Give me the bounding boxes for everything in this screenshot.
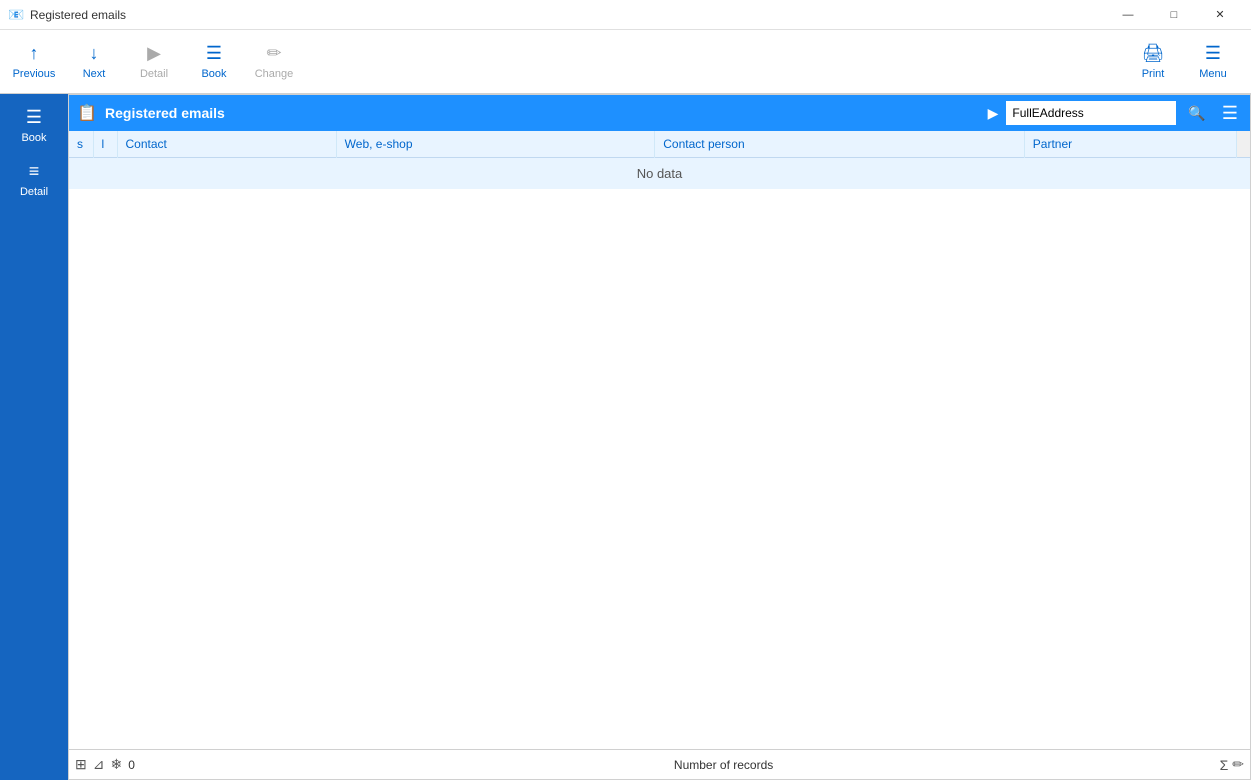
status-bar-right: Σ ✏ <box>1220 756 1244 773</box>
list-header-title: Registered emails <box>105 105 980 121</box>
book-label: Book <box>201 68 226 80</box>
next-icon: ↓ <box>90 43 99 64</box>
content-area: 📋 Registered emails ▶ 🔍 ☰ s l Contact <box>68 94 1251 780</box>
sidebar-detail-icon: ≡ <box>29 161 40 182</box>
sidebar: ☰ Book ≡ Detail <box>0 94 68 780</box>
print-label: Print <box>1142 68 1165 80</box>
close-button[interactable]: ✕ <box>1197 0 1243 30</box>
app-icon: 📧 <box>8 7 24 23</box>
next-label: Next <box>83 68 106 80</box>
previous-label: Previous <box>13 68 56 80</box>
search-input[interactable] <box>1006 101 1176 125</box>
sidebar-detail-label: Detail <box>20 186 48 198</box>
col-header-contact-person[interactable]: Contact person <box>655 131 1025 158</box>
list-header-bar: 📋 Registered emails ▶ 🔍 ☰ <box>69 95 1250 131</box>
record-count: 0 <box>128 758 668 772</box>
col-header-partner[interactable]: Partner <box>1024 131 1236 158</box>
title-bar-controls: — □ ✕ <box>1105 0 1243 30</box>
detail-label: Detail <box>140 68 168 80</box>
table-header-row: s l Contact Web, e-shop Contact person P… <box>69 131 1250 158</box>
detail-button[interactable]: ▶ Detail <box>124 33 184 91</box>
status-bar: ⊞ ⊿ ❄ 0 Number of records Σ ✏ <box>69 749 1250 779</box>
change-label: Change <box>255 68 294 80</box>
menu-label: Menu <box>1199 68 1227 80</box>
toolbar-right: 🖨 Print ☰ Menu <box>1123 33 1243 91</box>
sigma-icon[interactable]: Σ <box>1220 757 1229 773</box>
number-of-records-label: Number of records <box>674 758 1214 772</box>
print-button[interactable]: 🖨 Print <box>1123 33 1183 91</box>
minimize-button[interactable]: — <box>1105 0 1151 30</box>
col-header-contact[interactable]: Contact <box>117 131 336 158</box>
col-header-web-eshop[interactable]: Web, e-shop <box>336 131 655 158</box>
col-header-s[interactable]: s <box>69 131 93 158</box>
table-wrapper[interactable]: s l Contact Web, e-shop Contact person P… <box>69 131 1250 749</box>
play-icon[interactable]: ▶ <box>988 105 999 122</box>
title-bar-text: Registered emails <box>30 8 1105 22</box>
sidebar-book-label: Book <box>21 132 46 144</box>
sidebar-detail-button[interactable]: ≡ Detail <box>4 152 64 206</box>
title-bar: 📧 Registered emails — □ ✕ <box>0 0 1251 30</box>
menu-button[interactable]: ☰ Menu <box>1183 33 1243 91</box>
book-button[interactable]: ☰ Book <box>184 33 244 91</box>
col-header-scrollbar-spacer <box>1236 131 1250 158</box>
change-button[interactable]: ✏ Change <box>244 33 304 91</box>
toolbar: ↑ Previous ↓ Next ▶ Detail ☰ Book ✏ Chan… <box>0 30 1251 94</box>
menu-icon: ☰ <box>1205 43 1221 64</box>
sidebar-book-icon: ☰ <box>26 107 42 128</box>
next-button[interactable]: ↓ Next <box>64 33 124 91</box>
maximize-button[interactable]: □ <box>1151 0 1197 30</box>
main-layout: ☰ Book ≡ Detail 📋 Registered emails ▶ 🔍 … <box>0 94 1251 780</box>
col-header-l[interactable]: l <box>93 131 117 158</box>
detail-icon: ▶ <box>147 43 161 64</box>
sidebar-book-button[interactable]: ☰ Book <box>4 98 64 152</box>
previous-icon: ↑ <box>30 43 39 64</box>
book-icon: ☰ <box>206 43 222 64</box>
list-menu-button[interactable]: ☰ <box>1218 101 1242 126</box>
change-icon: ✏ <box>266 43 281 64</box>
no-data-row: No data <box>69 158 1250 190</box>
print-icon: 🖨 <box>1142 43 1165 64</box>
no-data-text: No data <box>637 166 683 181</box>
list-header-icon: 📋 <box>77 103 97 123</box>
previous-button[interactable]: ↑ Previous <box>4 33 64 91</box>
edit-icon[interactable]: ✏ <box>1232 756 1244 773</box>
status-filter-icon[interactable]: ⊿ <box>93 756 105 773</box>
data-table: s l Contact Web, e-shop Contact person P… <box>69 131 1250 189</box>
search-button[interactable]: 🔍 <box>1184 103 1209 124</box>
status-table-icon[interactable]: ⊞ <box>75 756 87 773</box>
status-snowflake-icon[interactable]: ❄ <box>110 756 122 773</box>
